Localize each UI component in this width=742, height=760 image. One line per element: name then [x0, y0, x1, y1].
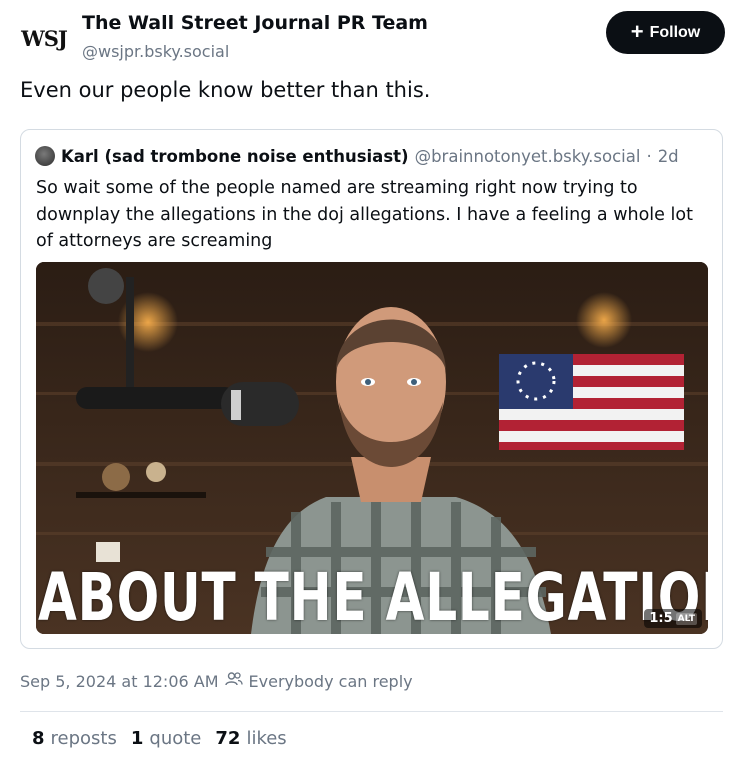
video-caption: ABOUT THE ALLEGATIONS	[38, 559, 708, 634]
quotes-count: 1	[130, 728, 144, 749]
quoted-post-age: 2d	[657, 146, 679, 166]
likes-label: likes	[246, 728, 287, 749]
reply-setting: Everybody can reply	[248, 671, 413, 691]
video-duration: 1:5 ALT	[644, 609, 702, 628]
likes-count: 72	[215, 728, 241, 749]
quotes-label: quote	[149, 728, 202, 749]
reposts-count: 8	[32, 728, 45, 749]
post-meta: Sep 5, 2024 at 12:06 AM Everybody can re…	[20, 671, 413, 691]
separator-dot: ·	[646, 146, 652, 166]
divider	[20, 711, 723, 712]
follow-label: Follow	[649, 23, 701, 41]
reposts-label: reposts	[50, 728, 117, 749]
author-avatar[interactable]: WSJ	[20, 14, 68, 62]
quoted-author-handle[interactable]: @brainnotonyet.bsky.social	[415, 147, 641, 166]
post-text: Even our people know better than this.	[20, 78, 431, 102]
author-name[interactable]: The Wall Street Journal PR Team	[82, 12, 428, 34]
post-header: WSJ The Wall Street Journal PR Team @wsj…	[20, 10, 725, 68]
post-timestamp[interactable]: Sep 5, 2024 at 12:06 AM	[20, 672, 219, 691]
duration-text: 1:5	[649, 611, 673, 626]
plus-icon: +	[630, 18, 644, 44]
quoted-post[interactable]: Karl (sad trombone noise enthusiast) @br…	[20, 129, 723, 649]
likes-stat[interactable]: 72 likes	[215, 728, 286, 749]
quoted-author-name[interactable]: Karl (sad trombone noise enthusiast)	[61, 147, 409, 166]
quotes-stat[interactable]: 1 quote	[131, 728, 202, 749]
people-icon	[224, 671, 243, 691]
quoted-post-text: So wait some of the people named are str…	[36, 178, 693, 251]
reposts-stat[interactable]: 8 reposts	[32, 728, 117, 749]
video-player[interactable]: ABOUT THE ALLEGATIONS 1:5 ALT	[36, 262, 708, 634]
quoted-post-header: Karl (sad trombone noise enthusiast) @br…	[35, 146, 679, 166]
quoted-author-avatar[interactable]	[35, 146, 55, 166]
wsj-logo: WSJ	[21, 25, 68, 51]
follow-button[interactable]: + Follow	[606, 11, 725, 54]
author-handle[interactable]: @wsjpr.bsky.social	[82, 42, 229, 61]
post-stats: 8 reposts 1 quote 72 likes	[32, 728, 287, 749]
alt-badge[interactable]: ALT	[675, 612, 697, 625]
